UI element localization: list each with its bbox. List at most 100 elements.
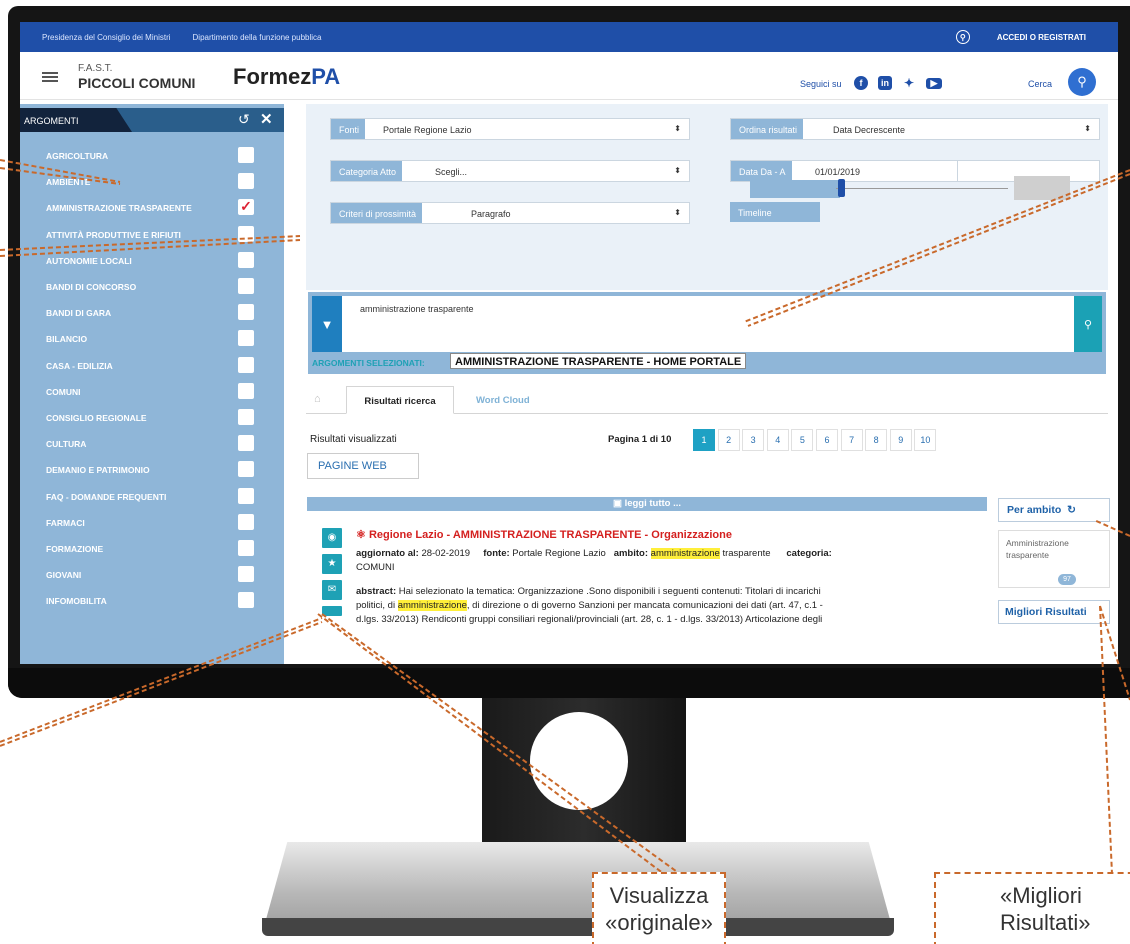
home-tab-icon[interactable]: ⌂ [314, 386, 321, 414]
sidebar-item[interactable]: FORMAZIONE [46, 537, 266, 559]
fonti-select[interactable]: Fonti Portale Regione Lazio ⬍ [330, 118, 690, 140]
checkbox[interactable] [238, 566, 254, 583]
checkbox[interactable] [238, 487, 254, 504]
sidebar-item-label: AMBIENTE [46, 177, 91, 188]
sidebar-item[interactable]: COMUNI [46, 380, 266, 402]
more-icon[interactable] [322, 606, 342, 616]
checkbox[interactable] [238, 382, 254, 399]
filter-icon[interactable]: ▼ [312, 296, 342, 352]
fonti-value: Portale Regione Lazio [383, 125, 472, 135]
sidebar-item[interactable]: CASA - EDILIZIA [46, 354, 266, 376]
page-button[interactable]: 1 [693, 429, 715, 451]
sidebar-item[interactable]: GIOVANI [46, 563, 266, 585]
view-original-eye-icon[interactable]: ◉ [322, 528, 342, 548]
timeline-button[interactable] [1014, 176, 1070, 200]
abstract-label: abstract: [356, 586, 397, 597]
checkbox[interactable] [238, 225, 254, 242]
star-icon[interactable]: ★ [322, 554, 342, 574]
prossimita-select[interactable]: Criteri di prossimità Paragrafo ⬍ [330, 202, 690, 224]
checkbox[interactable] [238, 409, 254, 425]
checkbox[interactable] [238, 513, 254, 530]
reset-icon[interactable]: ↺ [238, 111, 250, 128]
mail-icon[interactable]: ✉ [322, 580, 342, 600]
page-button[interactable]: 6 [816, 429, 838, 451]
timeline-slider-rail[interactable] [836, 188, 1008, 189]
per-ambito-header[interactable]: Per ambito ↻ [998, 498, 1110, 522]
refresh-icon: ↻ [1067, 504, 1076, 516]
sidebar-item[interactable]: BILANCIO [46, 327, 266, 349]
checkbox-checked-icon[interactable]: ✓ [238, 199, 254, 216]
page-button[interactable]: 5 [791, 429, 814, 451]
sidebar-item[interactable]: AGRICOLTURA [46, 144, 266, 166]
close-icon[interactable]: ✕ [260, 110, 273, 128]
checkbox[interactable] [238, 304, 254, 321]
checkbox[interactable] [238, 540, 254, 556]
linkedin-icon[interactable]: in [878, 76, 892, 90]
checkbox[interactable] [238, 435, 254, 452]
page-button[interactable]: 4 [766, 429, 789, 451]
ambito-item[interactable]: Amministrazione trasparente [998, 530, 1110, 588]
timeline-label: Timeline [730, 202, 820, 222]
formez-logo[interactable]: FormezPA [233, 64, 340, 90]
sidebar-item-label: BILANCIO [46, 334, 88, 345]
hamburger-menu-icon[interactable] [42, 72, 58, 82]
sidebar-item[interactable]: ATTIVITÀ PRODUTTIVE E RIFIUTI [46, 223, 266, 245]
checkbox[interactable] [238, 147, 254, 163]
read-all-bar[interactable]: ▣ leggi tutto ... [307, 497, 987, 511]
sidebar-item[interactable]: CONSIGLIO REGIONALE [46, 406, 266, 428]
search-submit-button[interactable]: ⚲ [1074, 296, 1102, 352]
search-area: ▼ amministrazione trasparente ⚲ ARGOMENT… [308, 292, 1106, 374]
categoria-select[interactable]: Categoria Atto Scegli... ⬍ [330, 160, 690, 182]
sidebar-item[interactable]: BANDI DI GARA [46, 301, 266, 323]
search-button[interactable]: ⚲ [1068, 68, 1096, 96]
topbar-link-dipartimento[interactable]: Dipartimento della funzione pubblica [193, 33, 322, 42]
page-button[interactable]: 8 [865, 429, 888, 451]
checkbox[interactable] [238, 356, 254, 373]
sidebar-item[interactable]: FAQ - DOMANDE FREQUENTI [46, 485, 266, 507]
sidebar-item[interactable]: AMBIENTE [46, 170, 266, 192]
page-button[interactable]: 10 [914, 429, 937, 451]
date-value: 01/01/2019 [815, 167, 861, 177]
selected-topics-value: AMMINISTRAZIONE TRASPARENTE - HOME PORTA… [450, 353, 747, 369]
sidebar-item[interactable]: DEMANIO E PATRIMONIO [46, 458, 266, 480]
user-icon: ⚲ [955, 30, 970, 44]
search-icon: ⚲ [1077, 74, 1087, 89]
checkbox[interactable] [238, 251, 254, 268]
result-meta: aggiornato al: 28-02-2019 fonte: Portale… [356, 548, 832, 559]
page-button[interactable]: 2 [717, 429, 740, 451]
sidebar-item[interactable]: INFOMOBILITA [46, 589, 266, 611]
topbar-link-presidenza[interactable]: Presidenza del Consiglio dei Ministri [42, 33, 171, 42]
result-title-text: Regione Lazio - AMMINISTRAZIONE TRASPARE… [368, 529, 732, 541]
page-button[interactable]: 9 [889, 429, 912, 451]
page-button[interactable]: 3 [742, 429, 765, 451]
checkbox[interactable] [238, 278, 254, 294]
tab-word-cloud[interactable]: Word Cloud [476, 386, 530, 414]
checkbox[interactable] [238, 592, 254, 609]
timeline-slider-thumb[interactable] [838, 179, 845, 197]
checkbox[interactable] [238, 461, 254, 478]
checkbox[interactable] [238, 173, 254, 190]
checkbox[interactable] [238, 330, 254, 347]
categoria-value: COMUNI [356, 562, 395, 573]
youtube-icon[interactable]: ▶ [926, 78, 942, 89]
sidebar-item[interactable]: FARMACI [46, 511, 266, 533]
result-title[interactable]: ⚛ Regione Lazio - AMMINISTRAZIONE TRASPA… [356, 528, 732, 541]
updated-value: 28-02-2019 [421, 548, 471, 559]
site-header: F.A.S.T. PICCOLI COMUNI FormezPA Seguici… [20, 52, 1118, 100]
ordina-select[interactable]: Ordina risultati Data Decrescente ⬍ [730, 118, 1100, 140]
migliori-risultati-button[interactable]: Migliori Risultati [998, 600, 1110, 624]
sidebar-item[interactable]: CULTURA [46, 432, 266, 454]
abstract-text-2b: , di direzione o di governo Sanzioni per… [466, 600, 823, 611]
page-button[interactable]: 7 [840, 429, 863, 451]
twitter-icon[interactable]: ✦ [902, 76, 916, 90]
timeline-slider-track[interactable] [750, 180, 840, 198]
facebook-icon[interactable]: f [854, 76, 868, 90]
login-link[interactable]: ⚲ ACCEDI O REGISTRATI [955, 30, 1108, 44]
sidebar-item[interactable]: AUTONOMIE LOCALI [46, 249, 266, 271]
sidebar-item[interactable]: BANDI DI CONCORSO [46, 275, 266, 297]
sidebar-item[interactable]: AMMINISTRAZIONE TRASPARENTE ✓ [46, 196, 266, 218]
search-input[interactable]: ▼ amministrazione trasparente ⚲ [312, 296, 1102, 352]
pagine-web-button[interactable]: PAGINE WEB [307, 453, 419, 479]
tab-risultati-ricerca[interactable]: Risultati ricerca [346, 386, 454, 414]
selected-topics-label: ARGOMENTI SELEZIONATI: [312, 358, 425, 368]
